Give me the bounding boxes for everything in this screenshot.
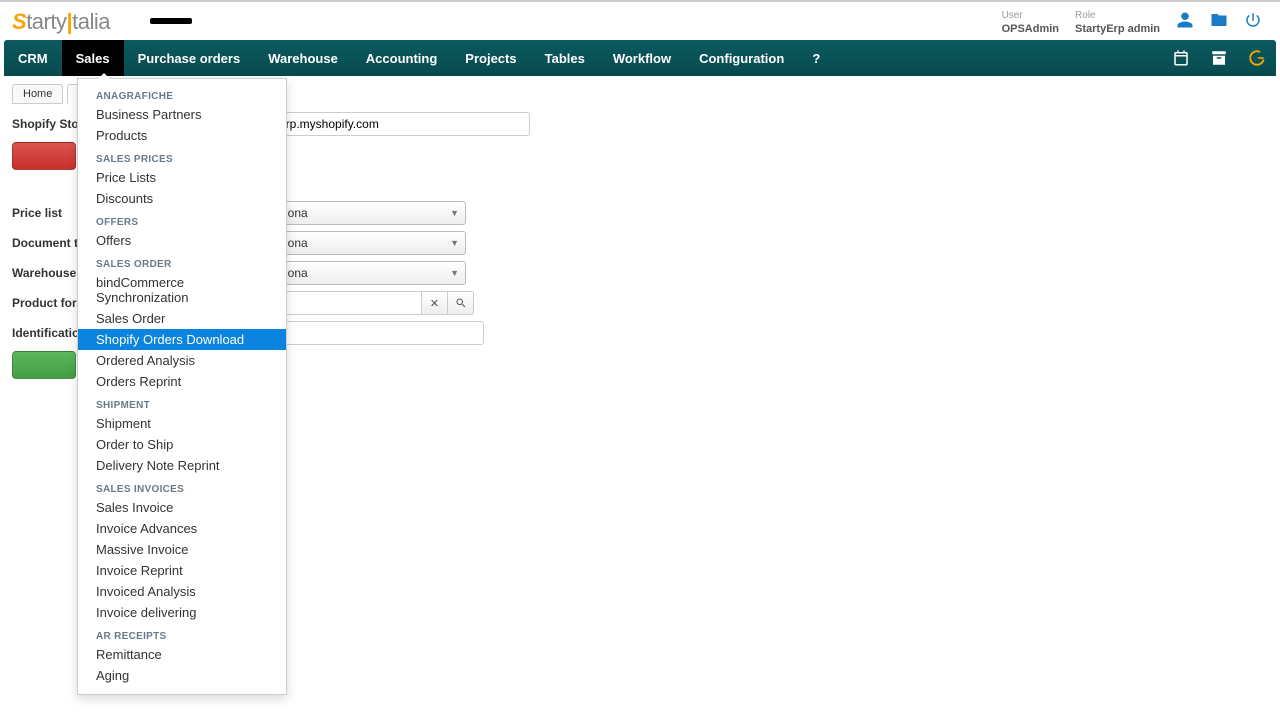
- warehouse-select[interactable]: ziona▼: [272, 261, 466, 285]
- nav-purchase[interactable]: Purchase orders: [124, 40, 255, 76]
- user-icon[interactable]: [1176, 11, 1194, 34]
- nav-accounting[interactable]: Accounting: [352, 40, 452, 76]
- menu-item[interactable]: Delivery Note Reprint: [78, 455, 286, 476]
- nav-sales[interactable]: Sales: [62, 40, 124, 76]
- menu-section-header: SALES INVOICES: [78, 476, 286, 497]
- search-button[interactable]: [448, 291, 474, 315]
- menu-section-header: AR RECEIPTS: [78, 623, 286, 644]
- nav-tables[interactable]: Tables: [531, 40, 599, 76]
- menu-item[interactable]: Orders Reprint: [78, 371, 286, 392]
- role-label: Role: [1075, 10, 1160, 21]
- menu-item[interactable]: Invoice delivering: [78, 602, 286, 623]
- menu-item[interactable]: Invoice Advances: [78, 518, 286, 539]
- nav-configuration[interactable]: Configuration: [685, 40, 798, 76]
- menu-item[interactable]: bindCommerce Synchronization: [78, 272, 286, 308]
- delete-button[interactable]: [12, 142, 76, 170]
- shopify-store-input[interactable]: [272, 112, 530, 136]
- menu-item[interactable]: Remittance: [78, 644, 286, 665]
- clear-button[interactable]: ✕: [422, 291, 448, 315]
- price-list-select[interactable]: ziona▼: [272, 201, 466, 225]
- menu-item[interactable]: Discounts: [78, 188, 286, 209]
- menu-item[interactable]: Shopify Orders Download: [78, 329, 286, 350]
- role-info: Role StartyErp admin: [1075, 10, 1160, 35]
- nav-warehouse[interactable]: Warehouse: [254, 40, 352, 76]
- redacted-text: [150, 18, 192, 24]
- product-input[interactable]: [272, 291, 422, 315]
- nav-help[interactable]: ?: [798, 40, 834, 76]
- menu-section-header: SHIPMENT: [78, 392, 286, 413]
- user-label: User: [1002, 10, 1059, 21]
- nav-workflow[interactable]: Workflow: [599, 40, 685, 76]
- menu-item[interactable]: Shipment: [78, 413, 286, 434]
- menu-item[interactable]: Sales Order: [78, 308, 286, 329]
- user-value: OPSAdmin: [1002, 23, 1059, 35]
- menu-item[interactable]: Offers: [78, 230, 286, 251]
- menu-item[interactable]: Business Partners: [78, 104, 286, 125]
- folder-icon[interactable]: [1210, 11, 1228, 34]
- role-value: StartyErp admin: [1075, 23, 1160, 35]
- main-nav: CRM Sales Purchase orders Warehouse Acco…: [4, 40, 1276, 76]
- doc-type-select[interactable]: ziona▼: [272, 231, 466, 255]
- menu-section-header: ANAGRAFICHE: [78, 83, 286, 104]
- sales-dropdown: ANAGRAFICHEBusiness PartnersProductsSALE…: [77, 78, 287, 695]
- menu-item[interactable]: Massive Invoice: [78, 539, 286, 560]
- ident-input[interactable]: [272, 321, 484, 345]
- nav-crm[interactable]: CRM: [4, 40, 62, 76]
- menu-item[interactable]: Order to Ship: [78, 434, 286, 455]
- user-info: User OPSAdmin: [1002, 10, 1059, 35]
- nav-projects[interactable]: Projects: [451, 40, 530, 76]
- menu-item[interactable]: Ordered Analysis: [78, 350, 286, 371]
- menu-section-header: SALES PRICES: [78, 146, 286, 167]
- google-icon[interactable]: [1238, 40, 1276, 76]
- breadcrumb-home[interactable]: Home: [12, 84, 63, 104]
- menu-section-header: OFFERS: [78, 209, 286, 230]
- menu-item[interactable]: Invoice Reprint: [78, 560, 286, 581]
- archive-icon[interactable]: [1200, 40, 1238, 76]
- menu-item[interactable]: Aging: [78, 665, 286, 686]
- menu-item[interactable]: Price Lists: [78, 167, 286, 188]
- menu-item[interactable]: Products: [78, 125, 286, 146]
- menu-section-header: SALES ORDER: [78, 251, 286, 272]
- power-icon[interactable]: [1244, 11, 1262, 34]
- menu-item[interactable]: Invoiced Analysis: [78, 581, 286, 602]
- save-button[interactable]: [12, 351, 76, 379]
- app-header: Starty|talia User OPSAdmin Role StartyEr…: [0, 2, 1280, 40]
- logo: Starty|talia: [12, 9, 192, 35]
- menu-item[interactable]: Sales Invoice: [78, 497, 286, 518]
- calendar-icon[interactable]: [1162, 40, 1200, 76]
